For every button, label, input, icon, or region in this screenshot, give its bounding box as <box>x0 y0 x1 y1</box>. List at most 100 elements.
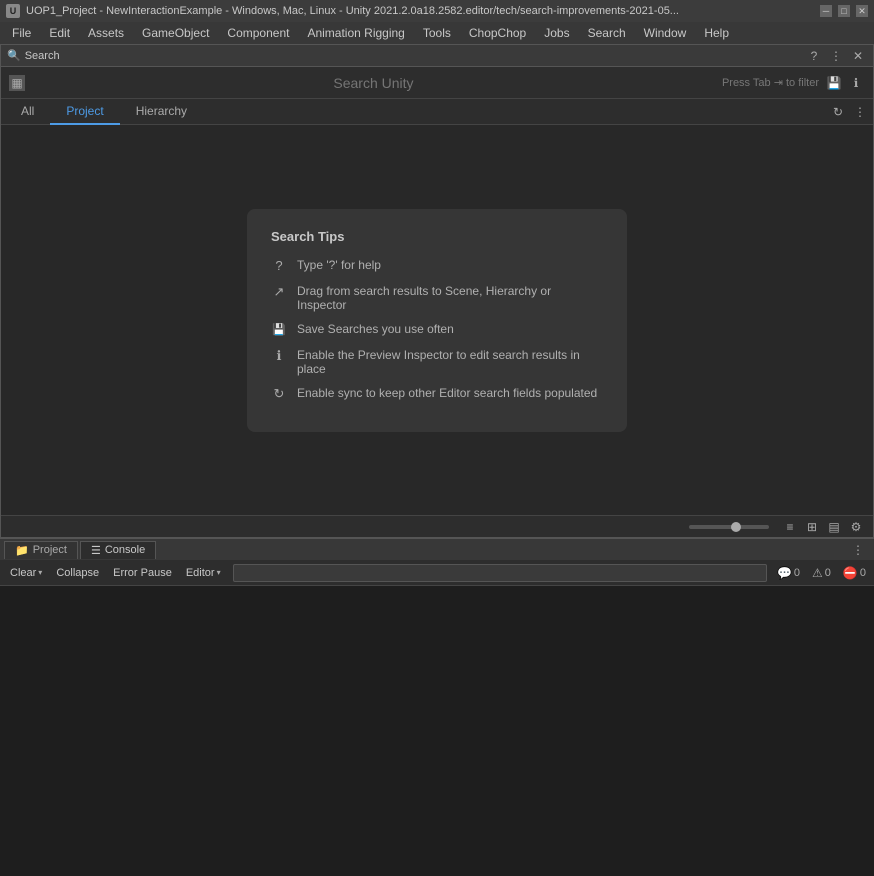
clear-label: Clear <box>10 567 36 579</box>
title-bar: U UOP1_Project - NewInteractionExample -… <box>0 0 874 22</box>
title-bar-left: U UOP1_Project - NewInteractionExample -… <box>6 4 679 18</box>
tip-save-icon: 💾 <box>271 322 287 338</box>
menu-item-component[interactable]: Component <box>219 24 297 42</box>
size-slider[interactable] <box>689 525 769 529</box>
sidebar-toggle-button[interactable]: ▦ <box>9 75 25 91</box>
menu-item-gameobject[interactable]: GameObject <box>134 24 217 42</box>
menu-item-animation-rigging[interactable]: Animation Rigging <box>299 24 412 42</box>
tip-drag-text: Drag from search results to Scene, Hiera… <box>297 284 603 312</box>
editor-dropdown-icon: ▾ <box>217 568 221 577</box>
title-bar-controls: ─ □ ✕ <box>820 5 868 17</box>
refresh-button[interactable]: ↻ <box>829 103 847 121</box>
search-window: 🔍 Search ? ⋮ ✕ ▦ Press Tab ⇥ to filter 💾… <box>0 44 874 538</box>
search-titlebar-right: ? ⋮ ✕ <box>805 47 867 65</box>
error-pause-button[interactable]: Error Pause <box>107 565 178 581</box>
warning-badge[interactable]: ⚠ 0 <box>808 566 835 580</box>
menu-item-window[interactable]: Window <box>636 24 695 42</box>
collapse-button[interactable]: Collapse <box>50 565 105 581</box>
bottom-toolbar: ≡ ⊞ ▤ ⚙ <box>1 515 873 537</box>
table-view-button[interactable]: ▤ <box>825 518 843 536</box>
error-icon: ⛔ <box>843 566 858 580</box>
tip-help-icon: ? <box>271 258 287 274</box>
menu-item-jobs[interactable]: Jobs <box>536 24 577 42</box>
tip-sync-text: Enable sync to keep other Editor search … <box>297 386 597 400</box>
save-search-button[interactable]: 💾 <box>825 74 843 92</box>
message-icon: 💬 <box>777 566 792 580</box>
search-titlebar-left: 🔍 Search <box>7 49 60 62</box>
info-button[interactable]: ℹ <box>847 74 865 92</box>
menu-item-assets[interactable]: Assets <box>80 24 132 42</box>
console-toolbar: Clear ▾ Collapse Error Pause Editor ▾ 💬 … <box>0 560 874 586</box>
tabs-right: ↻ ⋮ <box>829 99 869 124</box>
console-tab-label: Console <box>105 544 145 556</box>
collapse-label: Collapse <box>56 567 99 579</box>
project-tab-icon: 📁 <box>15 544 29 557</box>
grid-view-button[interactable]: ⊞ <box>803 518 821 536</box>
menu-item-file[interactable]: File <box>4 24 39 42</box>
search-window-title: Search <box>25 50 60 62</box>
minimize-button[interactable]: ─ <box>820 5 832 17</box>
main-content: Search Tips ? Type '?' for help ↗ Drag f… <box>1 125 873 515</box>
tip-row-drag: ↗ Drag from search results to Scene, Hie… <box>271 284 603 312</box>
search-titlebar: 🔍 Search ? ⋮ ✕ <box>1 45 873 67</box>
message-count: 0 <box>794 567 800 579</box>
editor-label: Editor <box>186 567 215 579</box>
error-badge[interactable]: ⛔ 0 <box>839 566 870 580</box>
menu-item-search[interactable]: Search <box>580 24 634 42</box>
search-input-right: 💾 ℹ <box>825 74 865 92</box>
message-badge[interactable]: 💬 0 <box>773 566 804 580</box>
tabs-more-button[interactable]: ⋮ <box>851 103 869 121</box>
maximize-button[interactable]: □ <box>838 5 850 17</box>
menu-bar: FileEditAssetsGameObjectComponentAnimati… <box>0 22 874 44</box>
list-view-button[interactable]: ≡ <box>781 518 799 536</box>
console-content <box>0 586 874 851</box>
tip-save-text: Save Searches you use often <box>297 322 454 336</box>
tabs-bar: All Project Hierarchy ↻ ⋮ <box>1 99 873 125</box>
panel-tabs: 📁 Project ☰ Console ⋮ <box>0 538 874 560</box>
tab-project[interactable]: Project <box>50 99 119 125</box>
menu-item-edit[interactable]: Edit <box>41 24 78 42</box>
tip-help-text: Type '?' for help <box>297 258 381 272</box>
editor-button[interactable]: Editor ▾ <box>180 565 227 581</box>
close-search-button[interactable]: ✕ <box>849 47 867 65</box>
error-count: 0 <box>860 567 866 579</box>
search-input[interactable] <box>31 75 716 91</box>
slider-row <box>9 525 777 529</box>
tip-row-save: 💾 Save Searches you use often <box>271 322 603 338</box>
search-tips-card: Search Tips ? Type '?' for help ↗ Drag f… <box>247 209 627 432</box>
close-button[interactable]: ✕ <box>856 5 868 17</box>
tip-row-sync: ↻ Enable sync to keep other Editor searc… <box>271 386 603 402</box>
tab-all[interactable]: All <box>5 99 50 125</box>
tip-preview-icon: ℹ <box>271 348 287 364</box>
clear-dropdown-icon: ▾ <box>38 568 42 577</box>
clear-button[interactable]: Clear ▾ <box>4 565 48 581</box>
error-pause-label: Error Pause <box>113 567 172 579</box>
console-search <box>233 564 767 582</box>
settings-button[interactable]: ⚙ <box>847 518 865 536</box>
tip-row-preview: ℹ Enable the Preview Inspector to edit s… <box>271 348 603 376</box>
tip-row-help: ? Type '?' for help <box>271 258 603 274</box>
menu-item-tools[interactable]: Tools <box>415 24 459 42</box>
tip-drag-icon: ↗ <box>271 284 287 300</box>
console-search-input[interactable] <box>233 564 767 582</box>
help-button[interactable]: ? <box>805 47 823 65</box>
panel-tab-console[interactable]: ☰ Console <box>80 541 156 559</box>
search-tips-title: Search Tips <box>271 229 603 244</box>
warning-count: 0 <box>825 567 831 579</box>
console-tab-icon: ☰ <box>91 544 101 557</box>
warning-icon: ⚠ <box>812 566 823 580</box>
tip-sync-icon: ↻ <box>271 386 287 402</box>
menu-item-help[interactable]: Help <box>696 24 737 42</box>
tip-preview-text: Enable the Preview Inspector to edit sea… <box>297 348 603 376</box>
menu-item-chopchop[interactable]: ChopChop <box>461 24 534 42</box>
more-options-button[interactable]: ⋮ <box>827 47 845 65</box>
tab-hierarchy[interactable]: Hierarchy <box>120 99 203 125</box>
filter-hint: Press Tab ⇥ to filter <box>722 76 819 89</box>
search-input-bar: ▦ Press Tab ⇥ to filter 💾 ℹ <box>1 67 873 99</box>
unity-icon: U <box>6 4 20 18</box>
console-badges: 💬 0 ⚠ 0 ⛔ 0 <box>773 566 870 580</box>
panel-more-button[interactable]: ⋮ <box>846 543 870 557</box>
project-tab-label: Project <box>33 544 67 556</box>
title-bar-text: UOP1_Project - NewInteractionExample - W… <box>26 5 679 17</box>
panel-tab-project[interactable]: 📁 Project <box>4 541 78 559</box>
